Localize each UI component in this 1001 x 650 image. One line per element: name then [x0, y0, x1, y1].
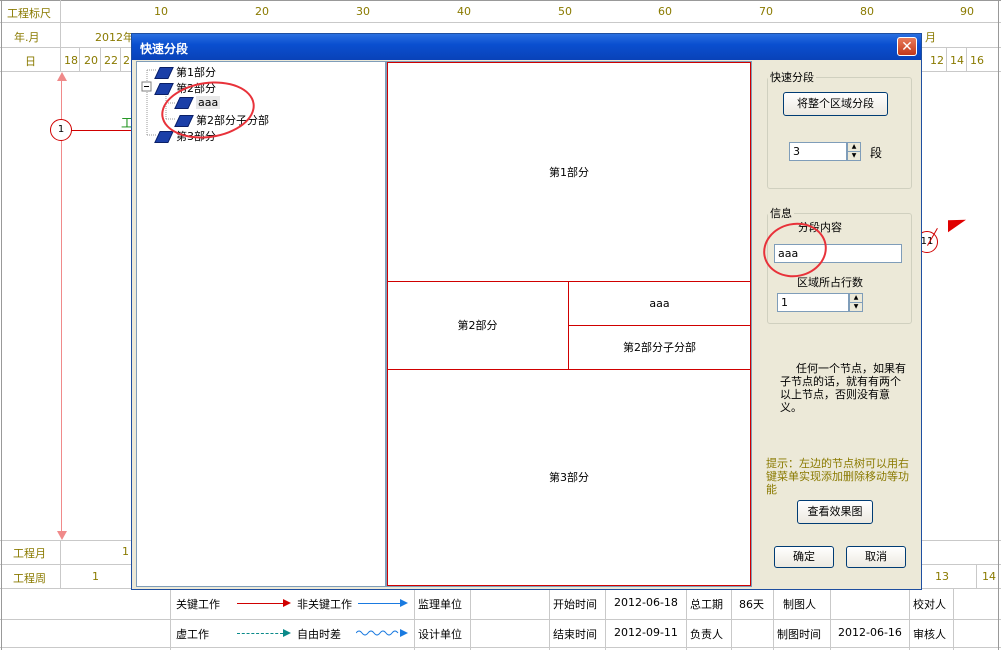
split-preview: 第1部分 第2部分 aaa 第2部分子分部 第3部分 — [386, 61, 752, 587]
quick-split-legend: 快速分段 — [770, 71, 814, 84]
year-month-row-label: 年.月 — [14, 31, 40, 44]
tree-node-part1[interactable]: 第1部分 — [154, 64, 216, 80]
scale-tick: 10 — [154, 5, 168, 18]
reviewer-label: 审核人 — [913, 628, 946, 641]
project-week-value-right2: 14 — [982, 570, 996, 583]
scale-tick: 60 — [658, 5, 672, 18]
scale-tick: 80 — [860, 5, 874, 18]
split-all-button[interactable]: 将整个区域分段 — [783, 92, 888, 116]
responsible-label: 负责人 — [690, 628, 723, 641]
preview-part1: 第1部分 — [549, 165, 589, 179]
day-number: 14 — [950, 54, 964, 67]
draw-time-label: 制图时间 — [777, 628, 821, 641]
scale-tick: 70 — [759, 5, 773, 18]
dialog-titlebar[interactable]: 快速分段 ✕ — [132, 34, 921, 60]
year-month-value-right: 月 — [925, 31, 936, 44]
project-month-value: 1 — [122, 545, 129, 558]
quick-split-dialog: 快速分段 ✕ 第1部分 第2部分 aaa 第2部分子分部 第3部分 第1部分 第… — [131, 33, 922, 590]
total-duration-value: 86天 — [739, 598, 764, 611]
day-number: 12 — [930, 54, 944, 67]
close-icon: ✕ — [901, 39, 913, 55]
legend-virtual-work: 虚工作 — [176, 628, 209, 641]
scale-tick: 40 — [457, 5, 471, 18]
design-unit-label: 设计单位 — [418, 628, 462, 641]
day-number: 20 — [84, 54, 98, 67]
day-number: 18 — [64, 54, 78, 67]
end-time-value: 2012-09-11 — [614, 626, 678, 639]
project-week-value-right: 13 — [935, 570, 949, 583]
start-time-label: 开始时间 — [553, 598, 597, 611]
total-duration-label: 总工期 — [690, 598, 723, 611]
project-week-label: 工程周 — [13, 572, 46, 585]
rows-spin-down[interactable]: ▼ — [849, 302, 863, 312]
checker-label: 校对人 — [913, 598, 946, 611]
rows-input[interactable]: 1 — [777, 293, 849, 312]
preview-aaa: aaa — [649, 296, 670, 310]
view-effect-button[interactable]: 查看效果图 — [797, 500, 873, 524]
book-icon — [154, 83, 174, 95]
hint-text: 提示：左边的节点树可以用右键菜单实现添加删除移动等功能 — [766, 457, 909, 496]
segments-spin-down[interactable]: ▼ — [847, 151, 861, 161]
close-button[interactable]: ✕ — [897, 37, 917, 56]
preview-part2: 第2部分 — [457, 319, 498, 332]
day-number: 2 — [123, 54, 130, 67]
scale-row-label: 工程标尺 — [7, 7, 51, 20]
preview-part3: 第3部分 — [549, 471, 589, 484]
segments-unit: 段 — [870, 146, 883, 160]
scale-tick: 20 — [255, 5, 269, 18]
scale-tick: 30 — [356, 5, 370, 18]
scale-tick: 90 — [960, 5, 974, 18]
node-tree[interactable]: 第1部分 第2部分 aaa 第2部分子分部 第3部分 — [136, 61, 386, 587]
day-number: 22 — [104, 54, 118, 67]
legend-free-float: 自由时差 — [297, 628, 341, 641]
cancel-button[interactable]: 取消 — [846, 546, 906, 568]
drawer-label: 制图人 — [783, 598, 816, 611]
book-icon — [154, 67, 174, 79]
legend-key-work: 关键工作 — [176, 598, 220, 611]
project-month-label: 工程月 — [13, 547, 46, 560]
legend-non-key-work: 非关键工作 — [297, 598, 352, 611]
start-time-value: 2012-06-18 — [614, 596, 678, 609]
dialog-title: 快速分段 — [140, 42, 189, 56]
project-week-value: 1 — [92, 570, 99, 583]
quick-split-group: 快速分段 — [767, 69, 912, 189]
day-row-label: 日 — [25, 55, 36, 68]
ok-button[interactable]: 确定 — [774, 546, 834, 568]
network-node-1[interactable]: 1 — [50, 119, 72, 141]
preview-part2-sub: 第2部分子分部 — [623, 341, 696, 354]
draw-time-value: 2012-06-16 — [838, 626, 902, 639]
supervisor-label: 监理单位 — [418, 598, 462, 611]
rows-label: 区域所占行数 — [797, 276, 863, 289]
day-number: 16 — [970, 54, 984, 67]
note-text: 任何一个节点，如果有子节点的话，就有有两个以上节点，否则没有意义。 — [780, 362, 906, 414]
year-month-value: 2012年 — [95, 31, 134, 44]
end-time-label: 结束时间 — [553, 628, 597, 641]
info-legend: 信息 — [770, 207, 792, 220]
scale-tick: 50 — [558, 5, 572, 18]
book-icon — [154, 131, 174, 143]
segments-input[interactable]: 3 — [789, 142, 847, 161]
